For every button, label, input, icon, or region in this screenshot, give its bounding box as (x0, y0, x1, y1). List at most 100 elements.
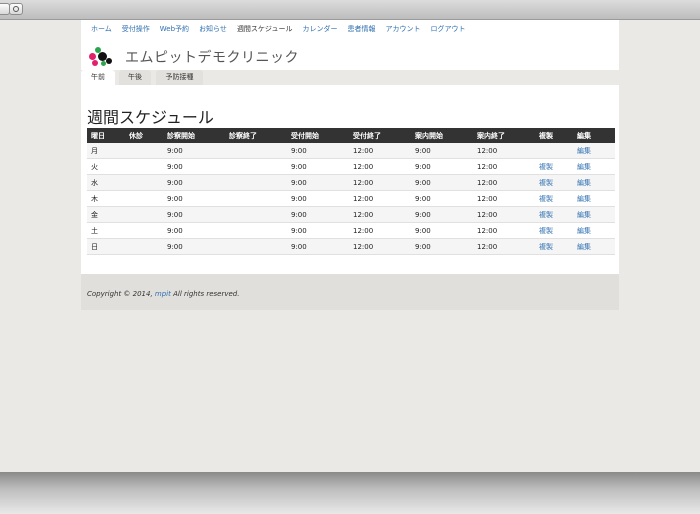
footer: Copyright © 2014, mpit All rights reserv… (81, 274, 619, 310)
nav-item-patient-info[interactable]: 患者情報 (347, 24, 375, 38)
tab-morning[interactable]: 午前 (81, 70, 115, 85)
table-header-row: 曜日 休診 診察開始 診察終了 受付開始 受付終了 案内開始 案内終了 複製 編集 (87, 128, 615, 143)
edit-link[interactable]: 編集 (577, 243, 591, 251)
cell-guide-start: 9:00 (411, 190, 473, 207)
cell-edit: 編集 (573, 143, 615, 159)
table-row: 木 9:00 9:00 12:00 9:00 12:00 複製 編集 (87, 190, 615, 207)
copy-link[interactable]: 複製 (539, 227, 553, 235)
cell-copy: 複製 (535, 190, 573, 207)
cell-guide-end: 12:00 (473, 158, 535, 175)
cell-reception-end: 12:00 (349, 238, 411, 255)
cell-reception-end: 12:00 (349, 222, 411, 239)
footer-mpit-link[interactable]: mpit (155, 290, 171, 298)
brand-header: エムピットデモクリニック (89, 46, 299, 68)
edit-link[interactable]: 編集 (577, 147, 591, 155)
cell-edit: 編集 (573, 158, 615, 175)
cell-closed (125, 158, 163, 175)
copy-link[interactable]: 複製 (539, 163, 553, 171)
nav-item-web-reservation[interactable]: Web予約 (160, 24, 189, 38)
copy-link[interactable]: 複製 (539, 179, 553, 187)
nav-item-reception[interactable]: 受付操作 (122, 24, 150, 38)
copy-link[interactable]: 複製 (539, 243, 553, 251)
cell-exam-start: 9:00 (163, 174, 225, 191)
cell-exam-start: 9:00 (163, 222, 225, 239)
nav-item-notices[interactable]: お知らせ (199, 24, 227, 38)
cell-day: 火 (87, 158, 125, 175)
cell-edit: 編集 (573, 222, 615, 239)
cell-closed (125, 174, 163, 191)
cell-guide-start: 9:00 (411, 158, 473, 175)
table-row: 土 9:00 9:00 12:00 9:00 12:00 複製 編集 (87, 222, 615, 239)
column-header: 複製 (535, 128, 573, 143)
cell-day: 金 (87, 206, 125, 223)
table-row: 日 9:00 9:00 12:00 9:00 12:00 複製 編集 (87, 238, 615, 255)
cell-reception-start: 9:00 (287, 158, 349, 175)
edit-link[interactable]: 編集 (577, 211, 591, 219)
cell-reception-start: 9:00 (287, 143, 349, 159)
tab-vaccination[interactable]: 予防接種 (156, 70, 203, 85)
cell-exam-end (225, 222, 287, 239)
nav-item-weekly-schedule[interactable]: 週間スケジュール (237, 24, 293, 38)
cell-reception-end: 12:00 (349, 190, 411, 207)
cell-reception-start: 9:00 (287, 238, 349, 255)
cell-guide-start: 9:00 (411, 206, 473, 223)
cell-exam-end (225, 238, 287, 255)
cell-guide-start: 9:00 (411, 174, 473, 191)
top-navigation: ホーム 受付操作 Web予約 お知らせ 週間スケジュール カレンダー 患者情報 … (91, 24, 475, 38)
column-header: 案内終了 (473, 128, 535, 143)
cell-guide-start: 9:00 (411, 222, 473, 239)
nav-item-logout[interactable]: ログアウト (430, 24, 465, 38)
window-bottom-shadow (0, 472, 700, 514)
cell-closed (125, 238, 163, 255)
cell-exam-start: 9:00 (163, 158, 225, 175)
schedule-table: 曜日 休診 診察開始 診察終了 受付開始 受付終了 案内開始 案内終了 複製 編集 月 9:00 9:… (87, 128, 615, 255)
gear-icon[interactable] (9, 3, 23, 15)
cell-guide-end: 12:00 (473, 143, 535, 159)
column-header: 案内開始 (411, 128, 473, 143)
cell-reception-start: 9:00 (287, 174, 349, 191)
tab-afternoon[interactable]: 午後 (119, 70, 151, 85)
cell-copy: 複製 (535, 238, 573, 255)
column-header: 休診 (125, 128, 163, 143)
cell-guide-end: 12:00 (473, 238, 535, 255)
cell-reception-end: 12:00 (349, 206, 411, 223)
edit-link[interactable]: 編集 (577, 163, 591, 171)
edit-link[interactable]: 編集 (577, 227, 591, 235)
table-row: 火 9:00 9:00 12:00 9:00 12:00 複製 編集 (87, 158, 615, 175)
cell-copy: 複製 (535, 206, 573, 223)
cell-day: 土 (87, 222, 125, 239)
cell-guide-start: 9:00 (411, 143, 473, 159)
cell-copy: 複製 (535, 174, 573, 191)
clinic-logo-icon (89, 47, 119, 67)
cell-reception-start: 9:00 (287, 222, 349, 239)
nav-item-calendar[interactable]: カレンダー (302, 24, 337, 38)
window-toolbar (0, 0, 700, 20)
cell-closed (125, 190, 163, 207)
edit-link[interactable]: 編集 (577, 195, 591, 203)
column-header: 診察終了 (225, 128, 287, 143)
cell-exam-end (225, 190, 287, 207)
nav-item-home[interactable]: ホーム (91, 24, 112, 38)
cell-day: 日 (87, 238, 125, 255)
cell-copy (535, 143, 573, 159)
cell-guide-end: 12:00 (473, 174, 535, 191)
cell-copy: 複製 (535, 222, 573, 239)
cell-guide-end: 12:00 (473, 190, 535, 207)
cell-edit: 編集 (573, 206, 615, 223)
cell-exam-start: 9:00 (163, 206, 225, 223)
cell-guide-end: 12:00 (473, 222, 535, 239)
table-row: 水 9:00 9:00 12:00 9:00 12:00 複製 編集 (87, 174, 615, 191)
copy-link[interactable]: 複製 (539, 195, 553, 203)
copy-link[interactable]: 複製 (539, 211, 553, 219)
cell-exam-end (225, 174, 287, 191)
column-header: 受付終了 (349, 128, 411, 143)
nav-item-account[interactable]: アカウント (385, 24, 420, 38)
cell-edit: 編集 (573, 238, 615, 255)
table-row: 月 9:00 9:00 12:00 9:00 12:00 編集 (87, 143, 615, 159)
cell-closed (125, 143, 163, 159)
cell-edit: 編集 (573, 190, 615, 207)
cell-day: 月 (87, 143, 125, 159)
cell-edit: 編集 (573, 174, 615, 191)
edit-link[interactable]: 編集 (577, 179, 591, 187)
clinic-title: エムピットデモクリニック (125, 50, 299, 66)
